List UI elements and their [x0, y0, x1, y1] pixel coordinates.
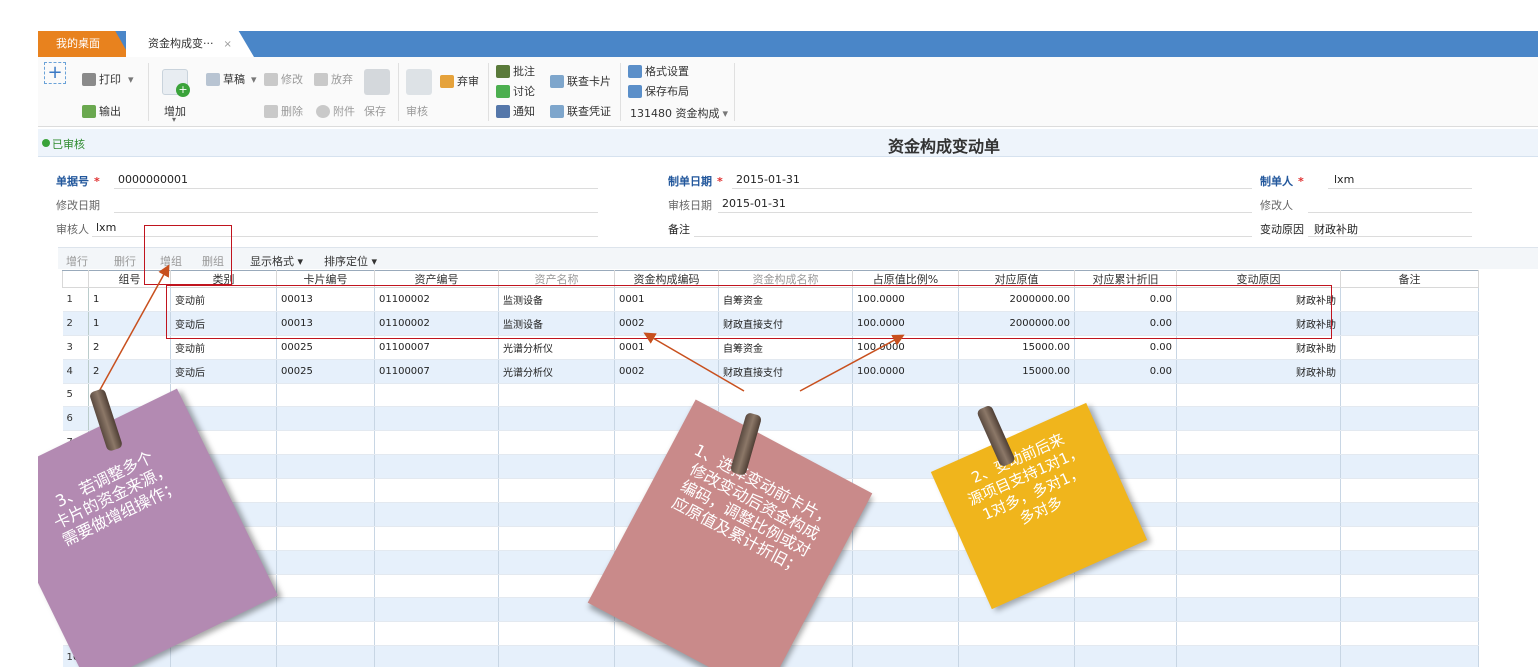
arrow-to-code: [643, 332, 745, 392]
arrow-to-add-group: [95, 264, 170, 398]
note-3-text: 3、若调整多个 卡片的资金来源， 需要做增组操作；: [50, 447, 183, 550]
arrow-to-ratio: [799, 334, 905, 392]
app-window: 我的桌面 资金构成变··· × + 打印 ▾ 输出 + 增加 ▾ 草稿 ▾ 修改 放弃…: [38, 31, 1538, 667]
